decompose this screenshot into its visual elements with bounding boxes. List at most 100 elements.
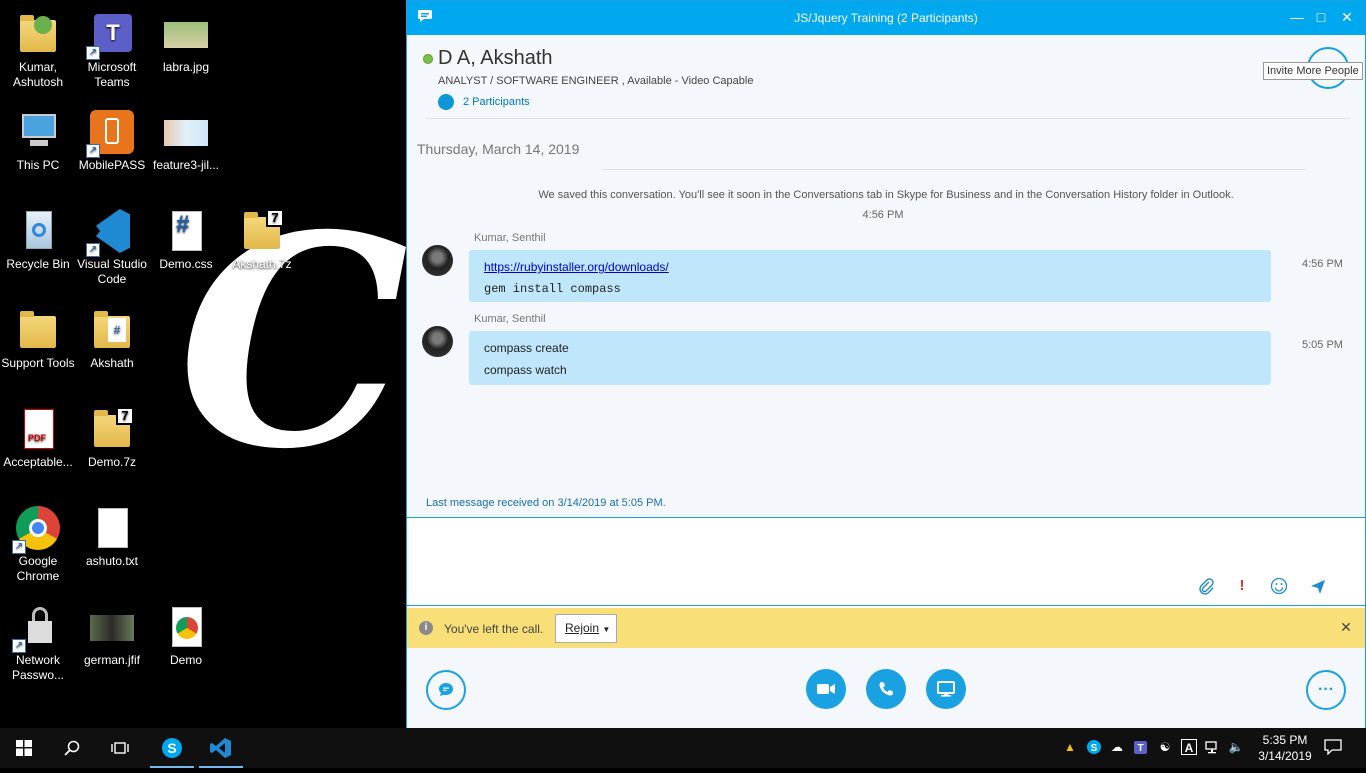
attach-icon[interactable]: [1197, 577, 1215, 595]
mobilepass-icon: ↗: [86, 108, 136, 158]
video-camera-icon: [817, 684, 835, 694]
desktop-icon-akshath-folder[interactable]: # Akshath: [74, 306, 150, 371]
desktop-icon-user-folder[interactable]: Kumar, Ashutosh: [0, 10, 76, 90]
participants-label: 2 Participants: [463, 96, 530, 108]
importance-icon[interactable]: !: [1233, 577, 1251, 595]
archive-icon: 7: [88, 405, 136, 453]
rejoin-button[interactable]: Rejoin ▼: [555, 614, 617, 643]
teams-icon: T: [1134, 741, 1147, 754]
desktop-icon-demo-css[interactable]: # Demo.css: [148, 207, 224, 272]
input-method-icon[interactable]: A: [1180, 738, 1198, 756]
teams-icon: T ↗: [86, 10, 136, 60]
desktop-icon-label: Visual Studio Code: [77, 257, 147, 286]
folder-icon: [14, 306, 62, 354]
im-button[interactable]: [426, 670, 466, 710]
contact-name[interactable]: D A, Akshath: [438, 47, 553, 70]
search-button[interactable]: [48, 728, 96, 768]
emoticon-icon[interactable]: [1270, 577, 1288, 595]
conversation-header: D A, Akshath ANALYST / SOFTWARE ENGINEER…: [407, 35, 1365, 131]
task-view-button[interactable]: [96, 728, 144, 768]
minimize-button[interactable]: —: [1287, 7, 1307, 27]
desktop-icon-german-jfif[interactable]: german.jfif: [74, 603, 150, 668]
message-text: compass create: [484, 341, 569, 355]
teams-tray-icon[interactable]: T: [1132, 738, 1150, 756]
desktop-icon-mobilepass[interactable]: ↗ MobilePASS: [74, 108, 150, 173]
desktop-icon-akshath-7z[interactable]: 7 Akshath.7z: [224, 207, 300, 272]
more-options-button[interactable]: ···: [1306, 670, 1346, 710]
desktop-icon-this-pc[interactable]: This PC: [0, 108, 76, 173]
divider: [602, 169, 1305, 170]
desktop-icon-label: MobilePASS: [78, 158, 146, 172]
close-button[interactable]: ✕: [1337, 7, 1357, 27]
svg-text:S: S: [167, 740, 176, 756]
date-heading: Thursday, March 14, 2019: [417, 141, 580, 157]
avatar[interactable]: [422, 326, 453, 357]
present-button[interactable]: [926, 669, 966, 709]
desktop-icon-acceptable-pdf[interactable]: PDF Acceptable...: [0, 405, 76, 470]
css-file-icon: #: [162, 207, 210, 255]
desktop-icon-label: Google Chrome: [16, 554, 60, 583]
system-clock[interactable]: 5:35 PM 3/14/2019: [1250, 732, 1320, 764]
clock-date: 3/14/2019: [1258, 749, 1312, 763]
window-title: JS/Jquery Training (2 Participants): [794, 11, 978, 25]
skype-icon: S: [162, 738, 182, 758]
desktop-icon-network-password[interactable]: ↗ Network Passwo...: [0, 603, 76, 683]
onedrive-icon[interactable]: ☁: [1108, 738, 1126, 756]
skype-tray-icon[interactable]: S: [1085, 738, 1103, 756]
desktop-icon-demo[interactable]: Demo: [148, 603, 224, 668]
network-icon: [1205, 741, 1217, 754]
message-link[interactable]: https://rubyinstaller.org/downloads/: [484, 260, 669, 274]
desktop-icon-google-chrome[interactable]: ↗ Google Chrome: [0, 504, 76, 584]
desktop-icon-label: labra.jpg: [162, 60, 210, 74]
divider: [425, 118, 1351, 119]
vscode-icon: ↗: [86, 207, 136, 257]
desktop-icon-microsoft-teams[interactable]: T ↗ Microsoft Teams: [74, 10, 150, 90]
network-icon[interactable]: [1204, 738, 1222, 756]
search-icon: [64, 740, 80, 756]
taskbar: S ▲ S ☁ T ☯ A 🔈 5:35 PM 3/14/2019: [0, 728, 1366, 768]
taskbar-skype[interactable]: S: [148, 728, 196, 768]
desktop-icon-label: ashuto.txt: [85, 554, 139, 568]
chrome-icon: ↗: [12, 504, 62, 554]
desktop-icon-labra-jpg[interactable]: labra.jpg: [148, 10, 224, 75]
taskbar-vscode[interactable]: [197, 728, 245, 768]
video-button[interactable]: [806, 669, 846, 709]
send-icon[interactable]: [1309, 577, 1327, 595]
message-sender: Kumar, Senthil: [474, 232, 546, 244]
desktop-icon-recycle-bin[interactable]: Recycle Bin: [0, 207, 76, 272]
participants-link[interactable]: 2 Participants: [438, 94, 530, 110]
start-button[interactable]: [0, 728, 48, 768]
maximize-button[interactable]: □: [1311, 7, 1331, 27]
clock-time: 5:35 PM: [1262, 733, 1308, 747]
volume-icon[interactable]: 🔈: [1227, 738, 1245, 756]
network-globe-icon[interactable]: ☯: [1156, 738, 1174, 756]
security-tray-icon[interactable]: ▲: [1061, 738, 1079, 756]
skype-conversation-window: JS/Jquery Training (2 Participants) — □ …: [406, 0, 1366, 728]
call-button[interactable]: [866, 669, 906, 709]
monitor-icon: [937, 681, 955, 697]
title-bar[interactable]: JS/Jquery Training (2 Participants) — □ …: [407, 1, 1365, 35]
desktop-icon-vscode[interactable]: ↗ Visual Studio Code: [74, 207, 150, 287]
invite-tooltip: Invite More People: [1263, 62, 1363, 80]
desktop-icon-label: feature3-jil...: [152, 158, 220, 172]
desktop-icon-demo-7z[interactable]: 7 Demo.7z: [74, 405, 150, 470]
image-file-icon: [88, 603, 136, 651]
contact-title-status: ANALYST / SOFTWARE ENGINEER , Available …: [438, 75, 754, 87]
conversation-history[interactable]: Thursday, March 14, 2019 We saved this c…: [407, 131, 1365, 517]
desktop-icon-ashuto-txt[interactable]: ashuto.txt: [74, 504, 150, 569]
call-status-banner: i You've left the call. Rejoin ▼ ✕: [407, 608, 1365, 648]
close-icon[interactable]: ✕: [1339, 620, 1353, 634]
avatar[interactable]: [422, 245, 453, 276]
desktop-icon-label: Acceptable...: [3, 455, 73, 469]
notification-icon: [1324, 739, 1342, 756]
desktop-icon-feature3[interactable]: feature3-jil...: [148, 108, 224, 173]
system-message: We saved this conversation. You'll see i…: [538, 189, 1234, 201]
message-input[interactable]: !: [407, 517, 1365, 606]
desktop-icon-support-tools[interactable]: Support Tools: [0, 306, 76, 371]
desktop-icon-label: Microsoft Teams: [87, 60, 137, 89]
desktop-icon-label: Network Passwo...: [11, 653, 65, 682]
text-file-icon: [88, 504, 136, 552]
vscode-icon: [210, 738, 231, 758]
action-center-icon[interactable]: [1324, 738, 1342, 756]
message-text: compass watch: [484, 363, 567, 377]
